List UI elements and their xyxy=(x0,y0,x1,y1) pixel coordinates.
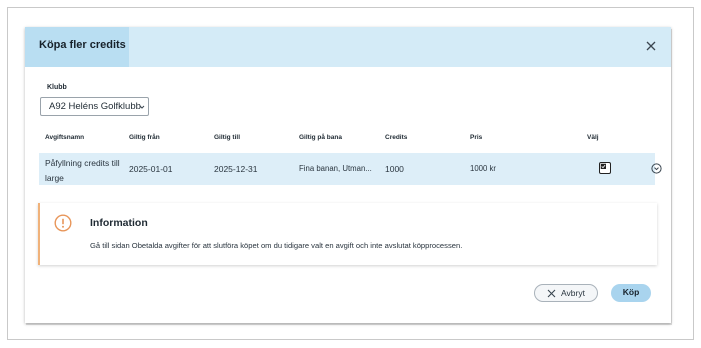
col-header-course: Giltig på bana xyxy=(299,134,342,141)
dialog-header: Köpa fler credits xyxy=(25,27,671,67)
select-checkbox[interactable] xyxy=(599,162,611,174)
valid-from: 2025-01-01 xyxy=(129,164,173,174)
fee-name: Påfyllning credits till large xyxy=(45,158,120,183)
dialog-title-tab: Köpa fler credits xyxy=(25,27,129,67)
buy-button-label: Köp xyxy=(622,287,640,297)
cancel-button[interactable]: Avbryt xyxy=(534,284,598,302)
valid-to: 2025-12-31 xyxy=(214,164,258,174)
col-header-credits: Credits xyxy=(385,134,408,141)
info-text: Gå till sidan Obetalda avgifter för att … xyxy=(90,241,463,250)
cancel-button-label: Avbryt xyxy=(561,288,585,298)
price-value: 1000 kr xyxy=(470,164,497,173)
chevron-down-circle-icon[interactable] xyxy=(651,163,662,174)
club-select-value: A92 Heléns Golfklubb xyxy=(49,101,141,112)
credits-value: 1000 xyxy=(385,164,404,174)
info-title: Information xyxy=(90,217,148,229)
table-row[interactable]: Påfyllning credits till large 2025-01-01… xyxy=(39,153,662,185)
chevron-down-icon xyxy=(139,105,145,109)
information-box: Information Gå till sidan Obetalda avgif… xyxy=(38,203,657,265)
close-icon xyxy=(547,289,556,298)
club-label: Klubb xyxy=(47,84,67,91)
col-header-price: Pris xyxy=(470,134,483,141)
col-header-select: Välj xyxy=(587,134,599,141)
col-header-name: Avgiftsnamn xyxy=(45,134,85,141)
club-select[interactable]: A92 Heléns Golfklubb xyxy=(40,97,149,116)
buy-credits-dialog: Köpa fler credits Klubb A92 Heléns Golfk… xyxy=(25,27,671,323)
dialog-title: Köpa fler credits xyxy=(39,39,126,51)
buy-button[interactable]: Köp xyxy=(611,284,651,302)
col-header-valid-from: Giltig från xyxy=(129,134,160,141)
warning-circle-icon xyxy=(54,214,72,232)
checkmark-icon xyxy=(600,163,606,169)
close-icon[interactable] xyxy=(644,39,658,53)
col-header-valid-to: Giltig till xyxy=(214,134,240,141)
valid-course: Fina banan, Utman... xyxy=(299,164,372,173)
